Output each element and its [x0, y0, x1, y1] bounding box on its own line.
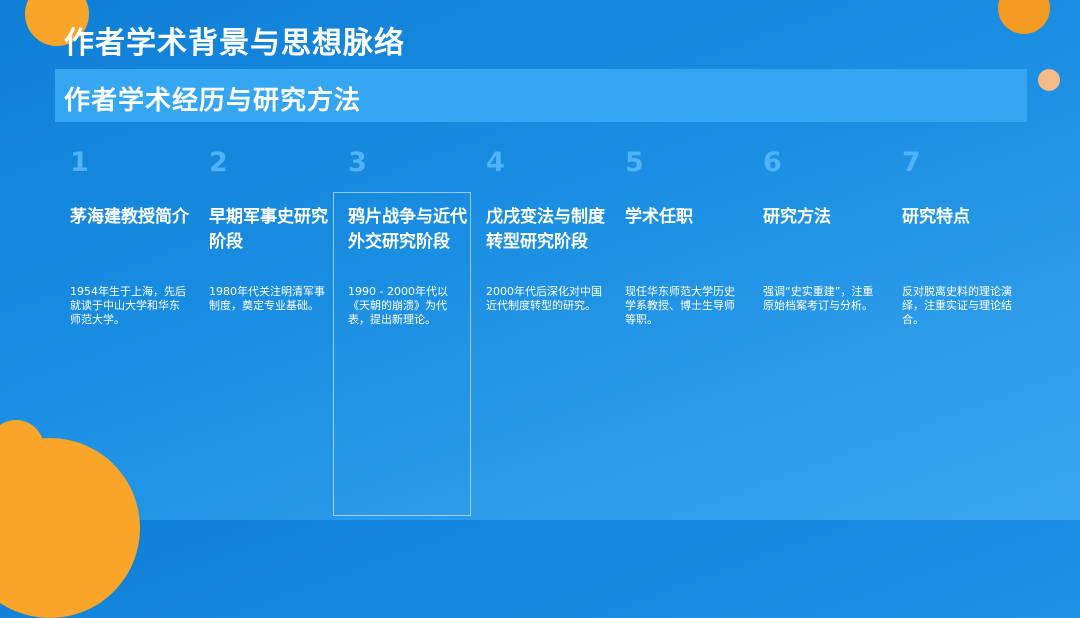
- decorative-circle: [0, 438, 140, 618]
- page-title: 作者学术背景与思想脉络: [64, 26, 405, 61]
- item-heading: 学术任职: [625, 207, 693, 227]
- item-number: 5: [625, 147, 644, 178]
- timeline-item-5: 5 学术任职 现任华东师范大学历史学系教授、博士生导师等职。: [625, 145, 745, 327]
- timeline-item-3: 3 鸦片战争与近代外交研究阶段 1990 - 2000年代以《天朝的崩溃》为代表…: [348, 145, 468, 327]
- item-heading: 研究特点: [902, 207, 970, 227]
- item-description: 2000年代后深化对中国近代制度转型的研究。: [486, 285, 602, 312]
- timeline-item-2: 2 早期军事史研究阶段 1980年代关注明清军事制度，奠定专业基础。: [209, 145, 329, 313]
- item-number: 7: [902, 147, 921, 178]
- item-description: 现任华东师范大学历史学系教授、博士生导师等职。: [625, 285, 735, 326]
- decorative-dot: [1038, 69, 1060, 91]
- item-heading: 戊戌变法与制度转型研究阶段: [486, 207, 605, 252]
- item-number: 1: [70, 147, 89, 178]
- section-title: 作者学术经历与研究方法: [64, 86, 362, 116]
- decorative-circle: [998, 0, 1050, 34]
- item-heading: 研究方法: [763, 207, 831, 227]
- item-description: 反对脱离史料的理论演绎，注重实证与理论结合。: [902, 285, 1012, 326]
- timeline-item-7: 7 研究特点 反对脱离史料的理论演绎，注重实证与理论结合。: [902, 145, 1022, 327]
- timeline-item-6: 6 研究方法 强调“史实重建”，注重原始档案考订与分析。: [763, 145, 883, 313]
- item-heading: 鸦片战争与近代外交研究阶段: [348, 207, 467, 252]
- item-number: 6: [763, 147, 782, 178]
- item-description: 1990 - 2000年代以《天朝的崩溃》为代表，提出新理论。: [348, 285, 448, 326]
- item-description: 强调“史实重建”，注重原始档案考订与分析。: [763, 285, 874, 312]
- timeline-item-1: 1 茅海建教授简介 1954年生于上海，先后就读于中山大学和华东师范大学。: [70, 145, 190, 327]
- item-description: 1980年代关注明清军事制度，奠定专业基础。: [209, 285, 325, 312]
- timeline-item-4: 4 戊戌变法与制度转型研究阶段 2000年代后深化对中国近代制度转型的研究。: [486, 145, 606, 313]
- item-heading: 茅海建教授简介: [70, 207, 189, 227]
- item-number: 2: [209, 147, 228, 178]
- item-heading: 早期军事史研究阶段: [209, 207, 328, 252]
- item-description: 1954年生于上海，先后就读于中山大学和华东师范大学。: [70, 285, 186, 326]
- item-number: 3: [348, 147, 367, 178]
- item-number: 4: [486, 147, 505, 178]
